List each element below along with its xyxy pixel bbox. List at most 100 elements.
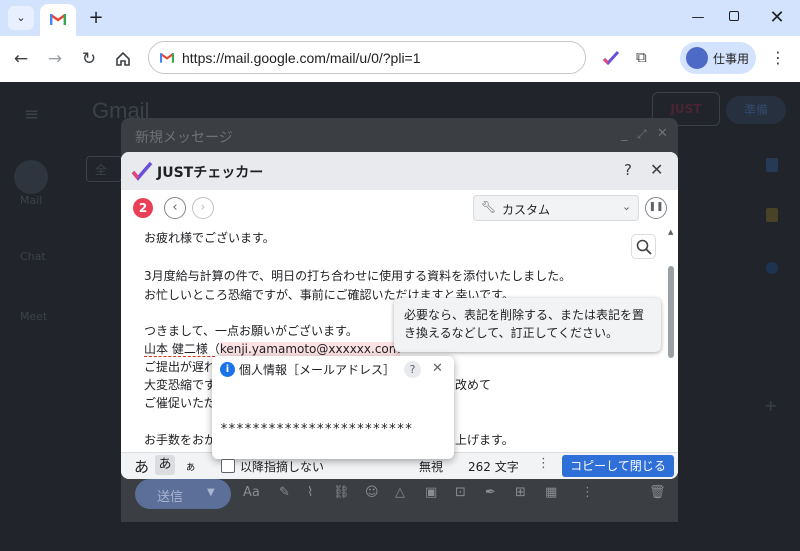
- reload-icon: ↻: [81, 49, 97, 69]
- home-icon: [116, 51, 130, 66]
- maximize-button[interactable]: [719, 6, 749, 30]
- next-issue-button[interactable]: ›: [192, 197, 214, 219]
- link-icon[interactable]: ⛓︎: [333, 485, 350, 500]
- close-window-button[interactable]: ✕: [762, 6, 792, 30]
- header-right-label: 準備: [743, 103, 768, 117]
- calendar-side-icon[interactable]: [766, 158, 778, 172]
- extensions-button[interactable]: ⧉: [636, 48, 656, 68]
- browser-toolbar: ← → ↻ https://mail.google.com/mail/u/0/?…: [0, 36, 800, 82]
- just-badge-label: JUST: [670, 102, 702, 116]
- reload-button[interactable]: ↻: [76, 46, 102, 72]
- profile-button[interactable]: 仕事用: [680, 42, 756, 74]
- issue-help-button[interactable]: ?: [404, 361, 421, 378]
- info-icon: i: [220, 362, 235, 377]
- layout-icon[interactable]: ⊞: [515, 485, 526, 500]
- advice-tooltip: 必要なら、表記を削除する、または表記を置 き換えるなどして、訂正してください。: [394, 298, 661, 352]
- ignore-button[interactable]: 無視: [419, 458, 443, 475]
- text-line-partial: 上げます。: [455, 433, 514, 447]
- pen-icon[interactable]: ✎: [279, 485, 290, 500]
- close-checker-button[interactable]: ✕: [650, 160, 663, 179]
- expand-compose-icon[interactable]: ⤢: [637, 127, 647, 142]
- kana-mode-1[interactable]: あ: [134, 456, 149, 477]
- maximize-icon: [729, 11, 739, 21]
- minimize-button[interactable]: —: [683, 6, 713, 30]
- send-button[interactable]: 送信 ▼: [135, 479, 231, 509]
- minimize-compose-icon[interactable]: _: [621, 127, 628, 142]
- discard-icon[interactable]: 🗑︎: [649, 485, 666, 500]
- tab-search-button[interactable]: ⌄: [8, 6, 34, 30]
- more-options-icon[interactable]: ⋮: [581, 485, 594, 500]
- checkmark-icon: [602, 50, 620, 66]
- browser-tab-bar: ⌄ + — ✕: [0, 0, 800, 36]
- forward-arrow-icon: →: [47, 49, 63, 69]
- browser-tab-gmail[interactable]: [40, 4, 76, 36]
- no-more-label: 以降指摘しない: [240, 460, 325, 474]
- minimize-icon: —: [691, 10, 705, 25]
- no-more-checkbox[interactable]: [221, 459, 235, 473]
- drive-icon[interactable]: △: [395, 485, 405, 500]
- scroll-up-arrow-icon[interactable]: ▲: [668, 228, 673, 236]
- scrollbar[interactable]: ▲: [665, 226, 678, 452]
- lock-icon[interactable]: ⊡: [455, 485, 466, 500]
- chevron-left-icon: ‹: [172, 200, 178, 215]
- footer-menu-icon[interactable]: ⋮: [537, 456, 550, 471]
- text-line-partial: お手数をおか: [144, 433, 217, 447]
- profile-label: 仕事用: [713, 52, 750, 66]
- scrollbar-thumb[interactable]: [668, 266, 674, 358]
- new-tab-button[interactable]: +: [84, 6, 108, 30]
- send-options-icon[interactable]: ▼: [207, 487, 215, 498]
- header-right-button[interactable]: 準備: [726, 96, 786, 124]
- browser-menu-button[interactable]: ⋮: [770, 48, 786, 67]
- suggested-replacement[interactable]: ************************: [220, 422, 413, 437]
- back-button[interactable]: ←: [8, 46, 34, 72]
- hamburger-menu-icon[interactable]: ≡: [24, 104, 39, 125]
- justchecker-extension-button[interactable]: [602, 50, 622, 68]
- url-text: https://mail.google.com/mail/u/0/?pli=1: [182, 50, 421, 66]
- preset-select[interactable]: 🔧︎ カスタム ⌄: [473, 195, 639, 221]
- chevron-right-icon: ›: [200, 200, 206, 215]
- text-line-partial: 改めて: [455, 378, 492, 392]
- text-line-partial: ご催促いただ: [144, 396, 217, 410]
- text-line: 山本 健二様（kenji.yamamoto@xxxxxx.com: [144, 340, 401, 358]
- kana-mode-3[interactable]: ぁ: [185, 458, 196, 474]
- help-button[interactable]: ?: [624, 161, 632, 179]
- chevron-down-icon: ⌄: [622, 200, 632, 213]
- back-arrow-icon: ←: [13, 49, 29, 69]
- issue-count-badge: 2: [133, 198, 153, 218]
- issue-popup: i 個人情報［メールアドレス］ ? ✕ ********************…: [212, 356, 454, 459]
- compose-title: 新規メッセージ: [135, 130, 233, 146]
- search-button[interactable]: [631, 234, 656, 259]
- close-compose-icon[interactable]: ✕: [657, 126, 668, 141]
- justchecker-title: JUSTチェッカー: [157, 165, 264, 181]
- gmail-icon: [160, 53, 174, 63]
- close-popup-button[interactable]: ✕: [432, 361, 443, 376]
- schedule-icon[interactable]: ▦: [545, 485, 557, 500]
- sidebar-item-meet[interactable]: Meet: [20, 310, 47, 323]
- send-label: 送信: [157, 490, 184, 505]
- attach-icon[interactable]: ⌇: [307, 485, 313, 500]
- mail-nav-icon[interactable]: [14, 160, 48, 194]
- forward-button[interactable]: →: [42, 46, 68, 72]
- char-count: 262 文字: [468, 460, 519, 474]
- emoji-icon[interactable]: ☺: [365, 485, 379, 500]
- text-line: 3月度給与計算の件で、明日の打ち合わせに使用する資料を添付いたしました。: [144, 269, 572, 283]
- sidebar-item-chat[interactable]: Chat: [20, 250, 46, 263]
- kana-mode-2[interactable]: あ: [155, 455, 175, 475]
- copy-and-close-button[interactable]: コピーして閉じる: [562, 455, 674, 477]
- photo-icon[interactable]: ▣: [425, 485, 437, 500]
- sidebar-item-mail[interactable]: Mail: [20, 194, 42, 207]
- keep-side-icon[interactable]: [766, 208, 778, 222]
- address-bar[interactable]: https://mail.google.com/mail/u/0/?pli=1: [148, 41, 586, 74]
- question-icon: ?: [409, 363, 416, 376]
- signature-icon[interactable]: ✒︎: [485, 485, 496, 500]
- text-line: お疲れ様でございます。: [144, 231, 275, 245]
- compose-toolbar: 送信 ▼ Aa ✎ ⌇ ⛓︎ ☺ △ ▣ ⊡ ✒︎ ⊞ ▦ ⋮ 🗑︎: [121, 479, 678, 522]
- add-addon-icon[interactable]: +: [764, 396, 777, 415]
- select-all-chip[interactable]: 全: [86, 156, 122, 182]
- home-button[interactable]: [110, 46, 136, 72]
- close-icon: ✕: [769, 7, 785, 28]
- tasks-side-icon[interactable]: [766, 262, 778, 274]
- pause-button[interactable]: ❚❚: [645, 197, 667, 219]
- prev-issue-button[interactable]: ‹: [164, 197, 186, 219]
- formatting-icon[interactable]: Aa: [243, 485, 260, 500]
